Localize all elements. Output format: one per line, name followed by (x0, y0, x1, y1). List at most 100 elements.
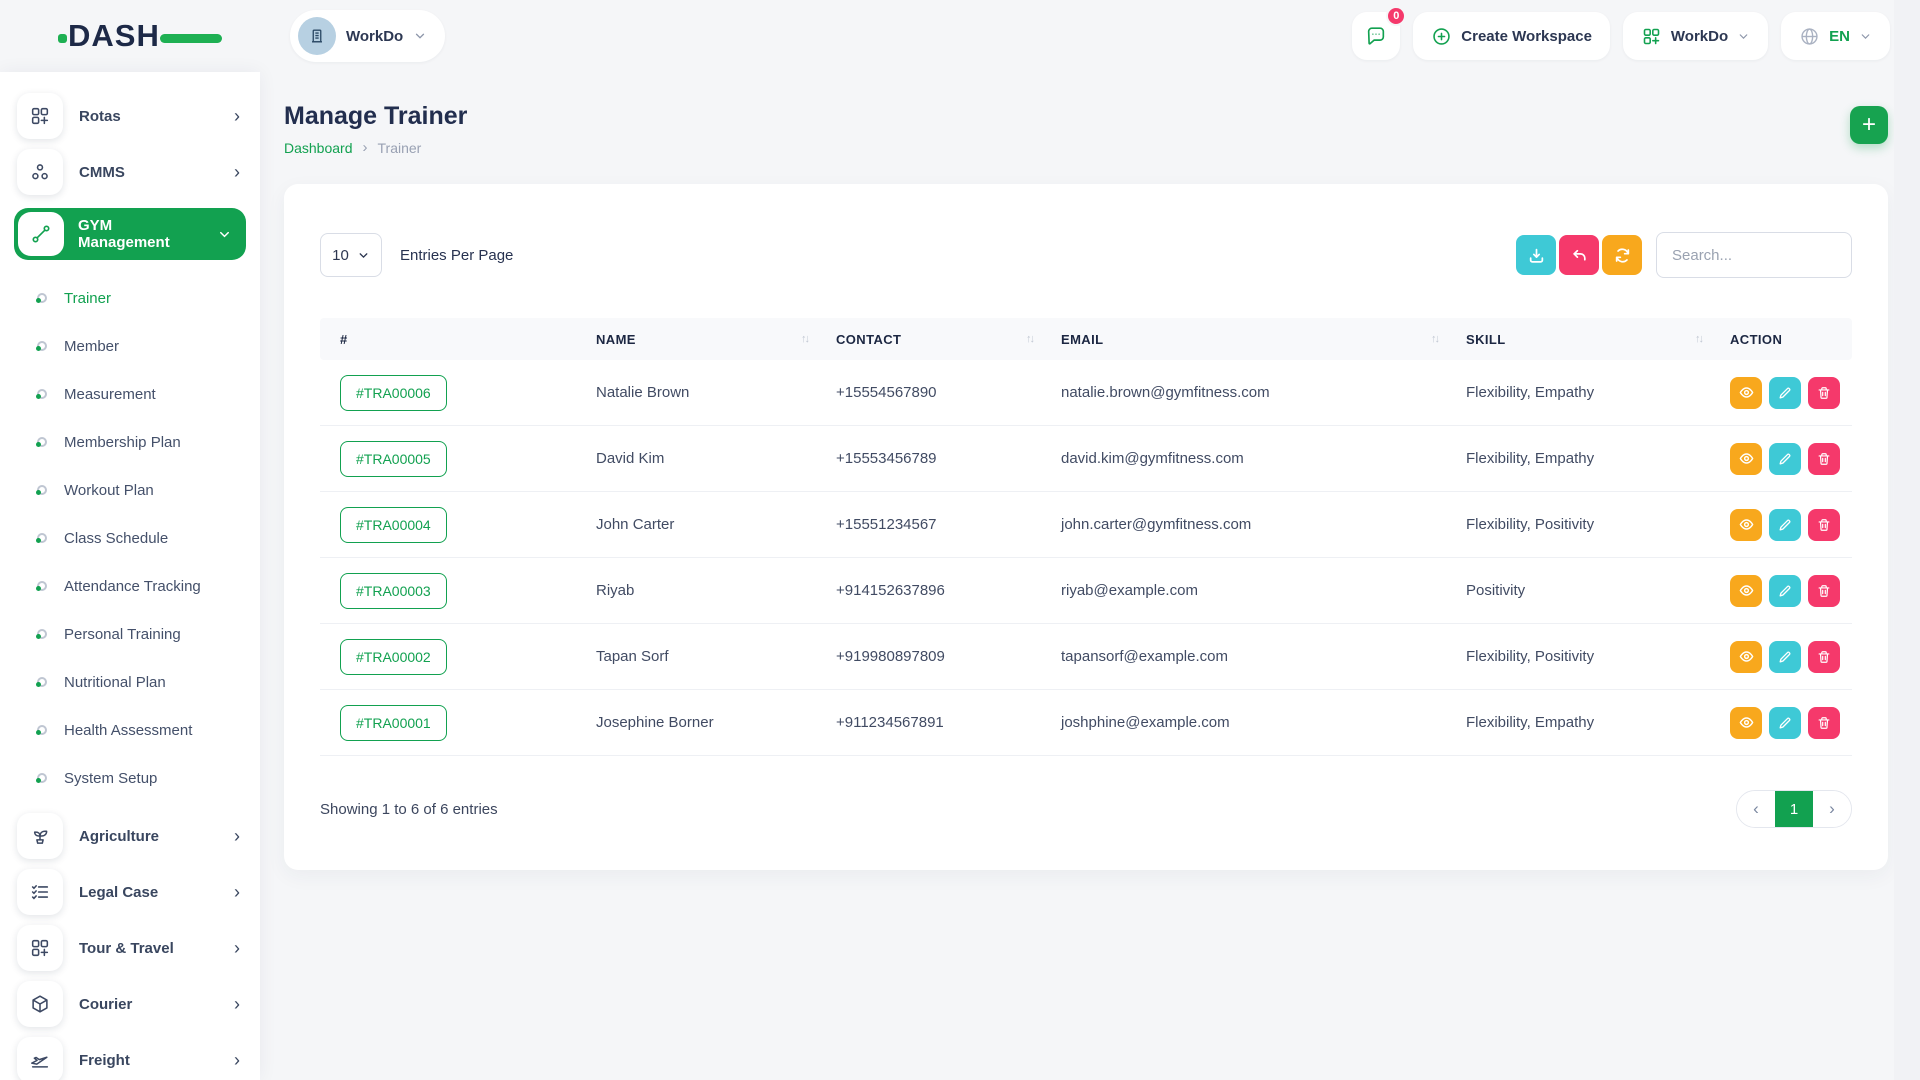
edit-button[interactable] (1769, 509, 1801, 541)
undo-button[interactable] (1559, 235, 1599, 275)
trainer-contact: +15553456789 (836, 450, 1061, 467)
workspace-name: WorkDo (346, 28, 403, 45)
page-number-button[interactable]: 1 (1775, 791, 1813, 827)
add-trainer-button[interactable]: + (1850, 106, 1888, 144)
entries-per-page-select[interactable]: 10 (320, 233, 382, 277)
bullet-icon (37, 725, 47, 735)
delete-button[interactable] (1808, 641, 1840, 673)
view-button[interactable] (1730, 377, 1762, 409)
submenu-item[interactable]: Membership Plan (0, 418, 260, 466)
table-row: #TRA00005 David Kim +15553456789 david.k… (320, 426, 1852, 492)
column-header-name[interactable]: NAME ↑↓ (596, 332, 836, 347)
grid-plus-icon (17, 93, 63, 139)
dumbbell-icon (18, 212, 64, 256)
trainer-contact: +914152637896 (836, 582, 1061, 599)
next-page-button[interactable]: › (1813, 791, 1851, 827)
pencil-icon (1778, 452, 1792, 466)
trainer-email: joshphine@example.com (1061, 714, 1466, 731)
sidebar-item-legal-case[interactable]: Legal Case › (0, 864, 260, 920)
submenu-item[interactable]: Member (0, 322, 260, 370)
pencil-icon (1778, 650, 1792, 664)
view-button[interactable] (1730, 443, 1762, 475)
gym-management-submenu: Trainer Member Measurement Membership Pl… (0, 268, 260, 808)
chevron-right-icon: › (234, 995, 240, 1013)
trash-icon (1817, 518, 1831, 532)
table-header-row: # NAME ↑↓ CONTACT ↑↓ EMAIL ↑↓ SKILL (320, 318, 1852, 360)
language-selector[interactable]: EN (1781, 12, 1890, 60)
chat-bubble-icon (1365, 25, 1387, 47)
create-workspace-button[interactable]: Create Workspace (1413, 12, 1610, 60)
view-button[interactable] (1730, 575, 1762, 607)
logo-dot-icon (58, 34, 67, 43)
view-button[interactable] (1730, 641, 1762, 673)
export-button[interactable] (1516, 235, 1556, 275)
submenu-item[interactable]: Nutritional Plan (0, 658, 260, 706)
bullet-icon (37, 581, 47, 591)
trainer-id-badge[interactable]: #TRA00004 (340, 507, 447, 543)
trash-icon (1817, 386, 1831, 400)
brand-logo[interactable]: DASH (0, 18, 260, 54)
scrollbar-track[interactable] (1894, 0, 1920, 1080)
entries-per-page-label: Entries Per Page (400, 247, 513, 264)
sidebar-group-gym-management[interactable]: GYM Management (14, 208, 246, 260)
sidebar-item-cmms[interactable]: CMMS › (0, 144, 260, 200)
trainer-id-badge[interactable]: #TRA00001 (340, 705, 447, 741)
delete-button[interactable] (1808, 707, 1840, 739)
chevron-down-icon (1737, 30, 1750, 43)
workspace-switcher-button[interactable]: WorkDo (1623, 12, 1768, 60)
column-header-contact[interactable]: CONTACT ↑↓ (836, 332, 1061, 347)
trash-icon (1817, 650, 1831, 664)
delete-button[interactable] (1808, 443, 1840, 475)
edit-button[interactable] (1769, 707, 1801, 739)
globe-icon (1799, 26, 1820, 47)
edit-button[interactable] (1769, 641, 1801, 673)
trainer-id-badge[interactable]: #TRA00005 (340, 441, 447, 477)
trainer-id-badge[interactable]: #TRA00002 (340, 639, 447, 675)
submenu-item[interactable]: Trainer (0, 274, 260, 322)
breadcrumb-current: Trainer (378, 140, 422, 156)
sidebar-item-courier[interactable]: Courier › (0, 976, 260, 1032)
delete-button[interactable] (1808, 575, 1840, 607)
bullet-icon (37, 485, 47, 495)
submenu-item[interactable]: Workout Plan (0, 466, 260, 514)
workspace-selector[interactable]: WorkDo (290, 10, 445, 62)
sidebar-item-freight[interactable]: Freight › (0, 1032, 260, 1080)
submenu-item[interactable]: System Setup (0, 754, 260, 802)
submenu-item[interactable]: Measurement (0, 370, 260, 418)
eye-icon (1739, 583, 1754, 598)
edit-button[interactable] (1769, 575, 1801, 607)
search-input[interactable] (1656, 232, 1852, 278)
edit-button[interactable] (1769, 443, 1801, 475)
submenu-item[interactable]: Attendance Tracking (0, 562, 260, 610)
trainer-id-badge[interactable]: #TRA00003 (340, 573, 447, 609)
refresh-icon (1614, 247, 1631, 264)
sidebar-item-tour-travel[interactable]: Tour & Travel › (0, 920, 260, 976)
column-header-skill[interactable]: SKILL ↑↓ (1466, 332, 1730, 347)
refresh-button[interactable] (1602, 235, 1642, 275)
pagination: ‹ 1 › (1736, 790, 1852, 828)
logo-dash-icon (160, 34, 222, 43)
view-button[interactable] (1730, 509, 1762, 541)
table-row: #TRA00002 Tapan Sorf +919980897809 tapan… (320, 624, 1852, 690)
submenu-item[interactable]: Class Schedule (0, 514, 260, 562)
messages-button[interactable]: 0 (1352, 12, 1400, 60)
breadcrumb-separator-icon: › (363, 139, 368, 156)
delete-button[interactable] (1808, 509, 1840, 541)
previous-page-button[interactable]: ‹ (1737, 791, 1775, 827)
column-header-email[interactable]: EMAIL ↑↓ (1061, 332, 1466, 347)
breadcrumb-dashboard-link[interactable]: Dashboard (284, 140, 353, 156)
submenu-item[interactable]: Personal Training (0, 610, 260, 658)
delete-button[interactable] (1808, 377, 1840, 409)
eye-icon (1739, 517, 1754, 532)
sprout-icon (17, 813, 63, 859)
view-button[interactable] (1730, 707, 1762, 739)
sidebar-item-agriculture[interactable]: Agriculture › (0, 808, 260, 864)
trash-icon (1817, 452, 1831, 466)
trainer-id-badge[interactable]: #TRA00006 (340, 375, 447, 411)
breadcrumb: Dashboard › Trainer (284, 139, 467, 156)
table-row: #TRA00003 Riyab +914152637896 riyab@exam… (320, 558, 1852, 624)
sidebar-item-rotas[interactable]: Rotas › (0, 88, 260, 144)
edit-button[interactable] (1769, 377, 1801, 409)
trainer-table: # NAME ↑↓ CONTACT ↑↓ EMAIL ↑↓ SKILL (320, 318, 1852, 756)
submenu-item[interactable]: Health Assessment (0, 706, 260, 754)
